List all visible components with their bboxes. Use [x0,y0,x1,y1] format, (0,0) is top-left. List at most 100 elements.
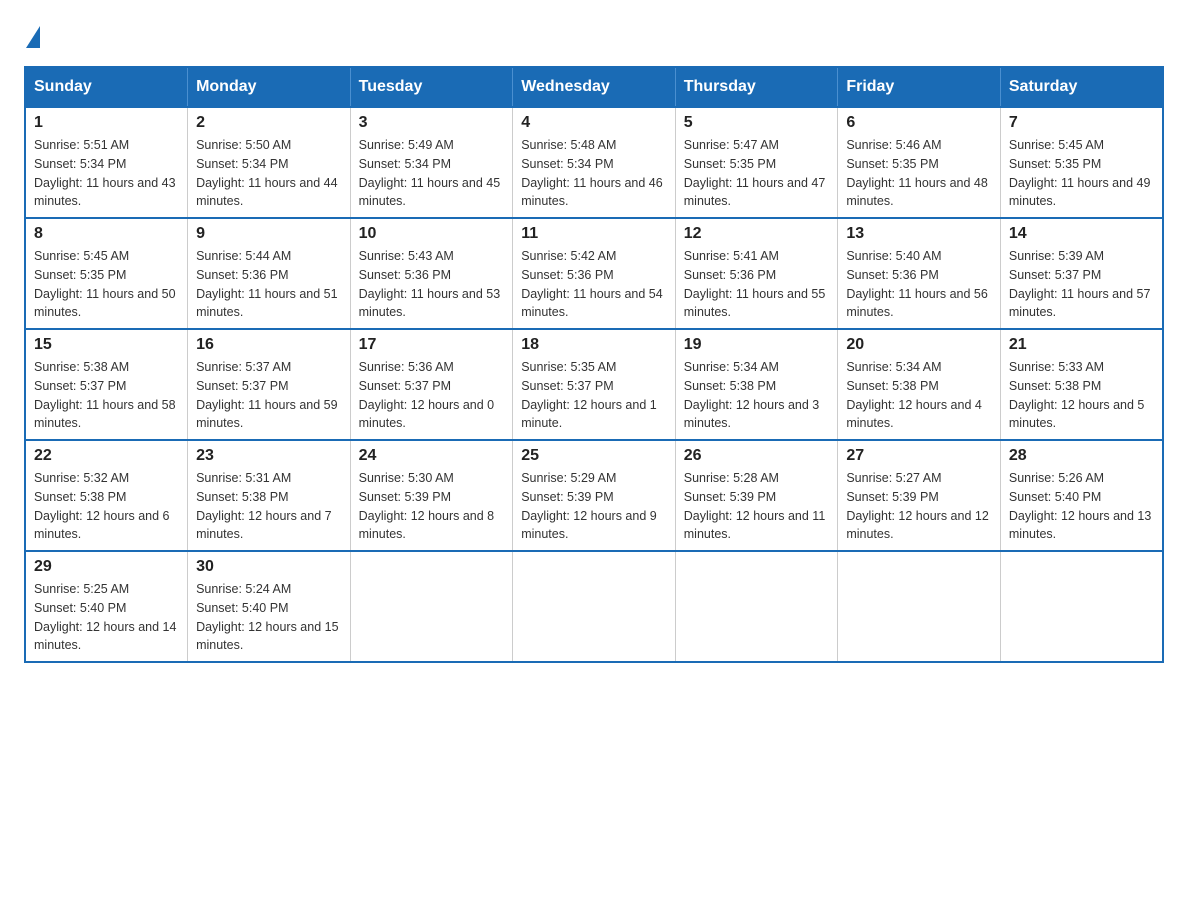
day-info: Sunrise: 5:50 AMSunset: 5:34 PMDaylight:… [196,136,342,211]
day-info: Sunrise: 5:30 AMSunset: 5:39 PMDaylight:… [359,469,505,544]
calendar-table: SundayMondayTuesdayWednesdayThursdayFrid… [24,66,1164,663]
day-number: 11 [521,225,667,243]
day-info: Sunrise: 5:26 AMSunset: 5:40 PMDaylight:… [1009,469,1154,544]
calendar-cell [1000,551,1163,662]
day-number: 2 [196,114,342,132]
calendar-cell: 28 Sunrise: 5:26 AMSunset: 5:40 PMDayligh… [1000,440,1163,551]
calendar-cell: 20 Sunrise: 5:34 AMSunset: 5:38 PMDayligh… [838,329,1001,440]
day-info: Sunrise: 5:36 AMSunset: 5:37 PMDaylight:… [359,358,505,433]
day-number: 9 [196,225,342,243]
calendar-cell [513,551,676,662]
day-of-week-header: Thursday [675,67,838,107]
day-info: Sunrise: 5:37 AMSunset: 5:37 PMDaylight:… [196,358,342,433]
day-number: 19 [684,336,830,354]
day-number: 17 [359,336,505,354]
day-of-week-header: Tuesday [350,67,513,107]
day-number: 15 [34,336,179,354]
calendar-cell: 2 Sunrise: 5:50 AMSunset: 5:34 PMDaylight… [188,107,351,218]
day-of-week-header: Friday [838,67,1001,107]
calendar-cell: 8 Sunrise: 5:45 AMSunset: 5:35 PMDaylight… [25,218,188,329]
day-info: Sunrise: 5:45 AMSunset: 5:35 PMDaylight:… [34,247,179,322]
calendar-cell: 6 Sunrise: 5:46 AMSunset: 5:35 PMDaylight… [838,107,1001,218]
day-of-week-header: Wednesday [513,67,676,107]
day-number: 4 [521,114,667,132]
day-number: 13 [846,225,992,243]
calendar-week-row: 1 Sunrise: 5:51 AMSunset: 5:34 PMDaylight… [25,107,1163,218]
calendar-cell: 21 Sunrise: 5:33 AMSunset: 5:38 PMDayligh… [1000,329,1163,440]
calendar-week-row: 15 Sunrise: 5:38 AMSunset: 5:37 PMDayligh… [25,329,1163,440]
calendar-cell: 3Sunrise: 5:49 AMSunset: 5:34 PMDaylight… [350,107,513,218]
calendar-cell: 5 Sunrise: 5:47 AMSunset: 5:35 PMDaylight… [675,107,838,218]
day-number: 6 [846,114,992,132]
calendar-cell: 19 Sunrise: 5:34 AMSunset: 5:38 PMDayligh… [675,329,838,440]
day-number: 21 [1009,336,1154,354]
page-header [24,24,1164,46]
day-number: 16 [196,336,342,354]
day-number: 26 [684,447,830,465]
calendar-header-row: SundayMondayTuesdayWednesdayThursdayFrid… [25,67,1163,107]
day-info: Sunrise: 5:38 AMSunset: 5:37 PMDaylight:… [34,358,179,433]
logo [24,24,42,46]
day-info: Sunrise: 5:34 AMSunset: 5:38 PMDaylight:… [684,358,830,433]
calendar-cell: 9Sunrise: 5:44 AMSunset: 5:36 PMDaylight… [188,218,351,329]
calendar-cell: 30 Sunrise: 5:24 AMSunset: 5:40 PMDayligh… [188,551,351,662]
calendar-cell [838,551,1001,662]
day-info: Sunrise: 5:40 AMSunset: 5:36 PMDaylight:… [846,247,992,322]
day-info: Sunrise: 5:27 AMSunset: 5:39 PMDaylight:… [846,469,992,544]
day-number: 10 [359,225,505,243]
calendar-cell: 15 Sunrise: 5:38 AMSunset: 5:37 PMDayligh… [25,329,188,440]
calendar-cell [350,551,513,662]
day-info: Sunrise: 5:34 AMSunset: 5:38 PMDaylight:… [846,358,992,433]
day-info: Sunrise: 5:46 AMSunset: 5:35 PMDaylight:… [846,136,992,211]
day-info: Sunrise: 5:25 AMSunset: 5:40 PMDaylight:… [34,580,179,655]
day-info: Sunrise: 5:43 AMSunset: 5:36 PMDaylight:… [359,247,505,322]
day-number: 12 [684,225,830,243]
calendar-week-row: 22Sunrise: 5:32 AMSunset: 5:38 PMDayligh… [25,440,1163,551]
day-number: 5 [684,114,830,132]
day-number: 14 [1009,225,1154,243]
calendar-cell [675,551,838,662]
day-info: Sunrise: 5:45 AMSunset: 5:35 PMDaylight:… [1009,136,1154,211]
day-number: 29 [34,558,179,576]
day-info: Sunrise: 5:35 AMSunset: 5:37 PMDaylight:… [521,358,667,433]
day-info: Sunrise: 5:28 AMSunset: 5:39 PMDaylight:… [684,469,830,544]
calendar-cell: 22Sunrise: 5:32 AMSunset: 5:38 PMDayligh… [25,440,188,551]
calendar-cell: 10 Sunrise: 5:43 AMSunset: 5:36 PMDayligh… [350,218,513,329]
calendar-cell: 17 Sunrise: 5:36 AMSunset: 5:37 PMDayligh… [350,329,513,440]
logo-triangle-icon [26,26,40,48]
day-info: Sunrise: 5:24 AMSunset: 5:40 PMDaylight:… [196,580,342,655]
calendar-cell: 1 Sunrise: 5:51 AMSunset: 5:34 PMDaylight… [25,107,188,218]
calendar-cell: 7 Sunrise: 5:45 AMSunset: 5:35 PMDaylight… [1000,107,1163,218]
calendar-cell: 27 Sunrise: 5:27 AMSunset: 5:39 PMDayligh… [838,440,1001,551]
day-of-week-header: Monday [188,67,351,107]
day-info: Sunrise: 5:48 AMSunset: 5:34 PMDaylight:… [521,136,667,211]
day-info: Sunrise: 5:32 AMSunset: 5:38 PMDaylight:… [34,469,179,544]
day-number: 24 [359,447,505,465]
calendar-cell: 12Sunrise: 5:41 AMSunset: 5:36 PMDayligh… [675,218,838,329]
day-number: 1 [34,114,179,132]
calendar-cell: 29 Sunrise: 5:25 AMSunset: 5:40 PMDayligh… [25,551,188,662]
day-number: 18 [521,336,667,354]
day-number: 23 [196,447,342,465]
day-info: Sunrise: 5:31 AMSunset: 5:38 PMDaylight:… [196,469,342,544]
calendar-cell: 4 Sunrise: 5:48 AMSunset: 5:34 PMDaylight… [513,107,676,218]
day-number: 28 [1009,447,1154,465]
day-number: 8 [34,225,179,243]
calendar-cell: 13 Sunrise: 5:40 AMSunset: 5:36 PMDayligh… [838,218,1001,329]
day-info: Sunrise: 5:51 AMSunset: 5:34 PMDaylight:… [34,136,179,211]
day-info: Sunrise: 5:39 AMSunset: 5:37 PMDaylight:… [1009,247,1154,322]
calendar-cell: 11 Sunrise: 5:42 AMSunset: 5:36 PMDayligh… [513,218,676,329]
calendar-cell: 18 Sunrise: 5:35 AMSunset: 5:37 PMDayligh… [513,329,676,440]
day-info: Sunrise: 5:33 AMSunset: 5:38 PMDaylight:… [1009,358,1154,433]
day-number: 20 [846,336,992,354]
day-of-week-header: Saturday [1000,67,1163,107]
day-number: 7 [1009,114,1154,132]
day-info: Sunrise: 5:49 AMSunset: 5:34 PMDaylight:… [359,136,505,211]
day-info: Sunrise: 5:47 AMSunset: 5:35 PMDaylight:… [684,136,830,211]
calendar-week-row: 29 Sunrise: 5:25 AMSunset: 5:40 PMDayligh… [25,551,1163,662]
day-number: 27 [846,447,992,465]
day-number: 30 [196,558,342,576]
day-number: 25 [521,447,667,465]
day-info: Sunrise: 5:42 AMSunset: 5:36 PMDaylight:… [521,247,667,322]
day-of-week-header: Sunday [25,67,188,107]
